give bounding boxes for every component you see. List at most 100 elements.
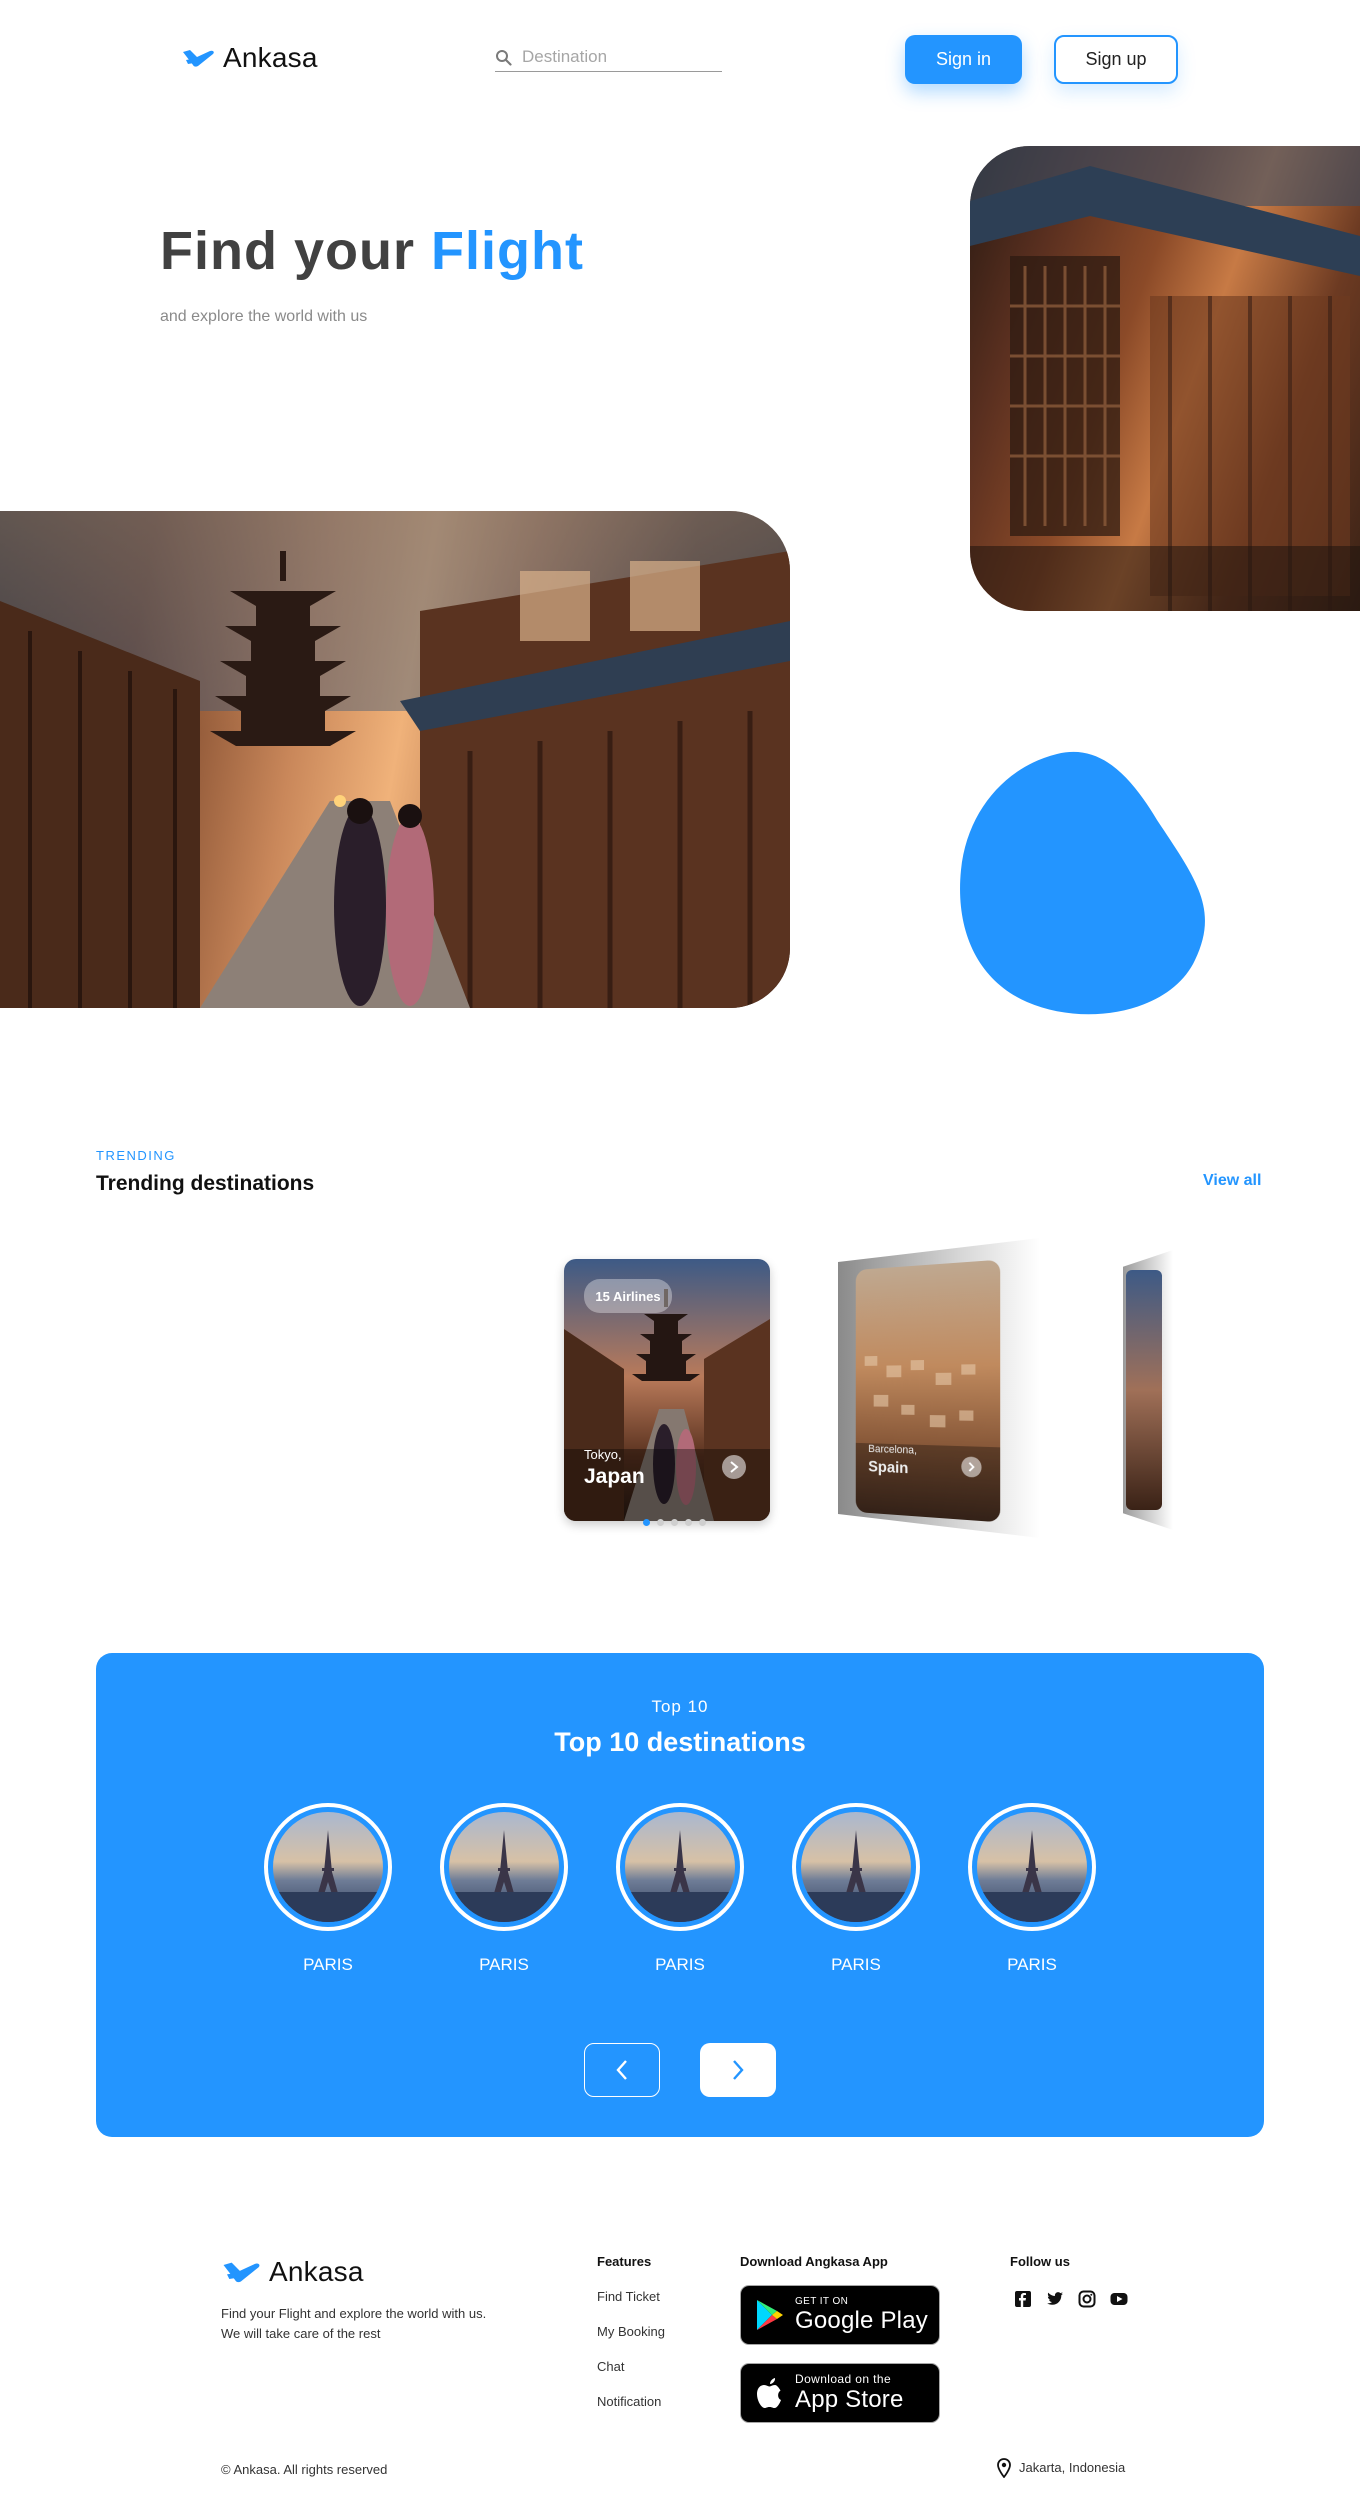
brand-name: Ankasa xyxy=(223,42,318,73)
destination-name: PARIS xyxy=(831,1955,881,1974)
paris-image xyxy=(801,1812,911,1922)
footer-location: Jakarta, Indonesia xyxy=(997,2458,1125,2478)
destination-ring xyxy=(440,1803,568,1931)
brand-logo[interactable]: Ankasa xyxy=(181,42,318,74)
footer-tagline: Find your Flight and explore the world w… xyxy=(221,2304,486,2344)
carousel-dot[interactable] xyxy=(671,1519,678,1526)
hero-image-wooden-house xyxy=(970,146,1360,611)
chevron-right-icon xyxy=(967,1462,975,1473)
follow-heading: Follow us xyxy=(1010,2254,1070,2269)
spain-card-illustration xyxy=(855,1355,1001,1523)
card-city: Barcelona, xyxy=(868,1443,917,1457)
eiffel-tower-illustration xyxy=(449,1830,559,1922)
carousel-dots xyxy=(643,1519,706,1526)
eiffel-tower-illustration xyxy=(273,1830,383,1922)
sign-in-button[interactable]: Sign in xyxy=(905,35,1022,84)
app-store-big-text: App Store xyxy=(795,2386,904,2413)
eiffel-tower-illustration xyxy=(977,1830,1087,1922)
chevron-right-icon xyxy=(733,2060,744,2080)
google-play-badge[interactable]: GET IT ON Google Play xyxy=(740,2285,940,2345)
top10-title: Top 10 destinations xyxy=(554,1727,806,1757)
destination-item[interactable]: PARIS xyxy=(616,1803,744,1975)
destination-ring xyxy=(264,1803,392,1931)
footer-link-notification[interactable]: Notification xyxy=(597,2394,661,2409)
top10-section: Top 10 Top 10 destinations PARIS PARIS P… xyxy=(96,1653,1264,2137)
destination-ring xyxy=(968,1803,1096,1931)
footer-tagline-line2: We will take care of the rest xyxy=(221,2326,381,2341)
destination-item[interactable]: PARIS xyxy=(264,1803,392,1975)
carousel-dot[interactable] xyxy=(657,1519,664,1526)
google-play-big-text: Google Play xyxy=(795,2306,928,2334)
paris-image xyxy=(273,1812,383,1922)
top10-destination-list: PARIS PARIS PARIS PARIS PARIS xyxy=(264,1803,1096,1975)
sign-up-button[interactable]: Sign up xyxy=(1054,35,1178,84)
hero-title-prefix: Find your xyxy=(160,221,415,281)
chevron-left-icon xyxy=(616,2060,627,2080)
destination-name: PARIS xyxy=(655,1955,705,1974)
footer-link-chat[interactable]: Chat xyxy=(597,2359,624,2374)
hero-subtitle: and explore the world with us xyxy=(160,308,368,325)
trending-card-spain[interactable]: Barcelona, Spain xyxy=(855,1259,1001,1523)
card-next-button[interactable] xyxy=(961,1456,982,1478)
footer-brand-name: Ankasa xyxy=(269,2256,364,2287)
destination-name: PARIS xyxy=(1007,1955,1057,1974)
trending-card-3[interactable] xyxy=(1126,1270,1162,1510)
carousel-dot[interactable] xyxy=(685,1519,692,1526)
destination-item[interactable]: PARIS xyxy=(792,1803,920,1975)
eiffel-tower-illustration xyxy=(801,1830,911,1922)
google-play-icon xyxy=(757,2300,783,2330)
trending-card-japan[interactable]: 15 Airlines Tokyo, Japan xyxy=(564,1259,770,1521)
google-play-small-text: GET IT ON xyxy=(795,2295,849,2307)
kyoto-street-illustration xyxy=(0,511,790,1008)
plane-logo-icon xyxy=(223,2262,260,2283)
carousel-dot[interactable] xyxy=(643,1519,650,1526)
features-heading: Features xyxy=(597,2254,652,2269)
facebook-icon[interactable] xyxy=(1014,2290,1032,2308)
destination-ring xyxy=(616,1803,744,1931)
destination-name: PARIS xyxy=(479,1955,529,1974)
card-city: Tokyo, xyxy=(584,1447,622,1462)
card-next-button[interactable] xyxy=(722,1455,746,1479)
destination-ring xyxy=(792,1803,920,1931)
wooden-house-illustration xyxy=(970,146,1360,611)
top10-prev-button[interactable] xyxy=(584,2043,660,2097)
download-heading: Download Angkasa App xyxy=(740,2254,888,2269)
app-store-badge[interactable]: Download on the App Store xyxy=(740,2363,940,2423)
location-text: Jakarta, Indonesia xyxy=(1019,2460,1126,2475)
view-all-link[interactable]: View all xyxy=(1203,1172,1261,1190)
destination-name: PARIS xyxy=(303,1955,353,1974)
instagram-icon[interactable] xyxy=(1078,2290,1096,2308)
footer-tagline-line1: Find your Flight and explore the world w… xyxy=(221,2306,487,2321)
destination-search-input[interactable] xyxy=(522,47,712,67)
airlines-badge: 15 Airlines xyxy=(584,1279,672,1313)
footer-brand-logo[interactable]: Ankasa xyxy=(221,2256,364,2288)
card-country: Japan xyxy=(584,1465,645,1488)
search-bar[interactable] xyxy=(495,47,722,72)
copyright-text: © Ankasa. All rights reserved xyxy=(221,2462,388,2477)
app-store-small-text: Download on the xyxy=(795,2372,892,2386)
paris-image xyxy=(449,1812,559,1922)
footer-link-my-booking[interactable]: My Booking xyxy=(597,2324,665,2339)
trending-label: TRENDING xyxy=(96,1148,176,1163)
plane-logo-icon xyxy=(183,50,214,67)
destination-item[interactable]: PARIS xyxy=(968,1803,1096,1975)
apple-icon xyxy=(757,2378,781,2408)
decorative-blue-blob xyxy=(960,751,1205,1015)
chevron-right-icon xyxy=(730,1461,739,1473)
twitter-icon[interactable] xyxy=(1046,2290,1064,2308)
carousel-dot[interactable] xyxy=(699,1519,706,1526)
top10-next-button[interactable] xyxy=(700,2043,776,2097)
hero-title-accent: Flight xyxy=(431,221,584,281)
paris-image xyxy=(625,1812,735,1922)
youtube-icon[interactable] xyxy=(1110,2290,1128,2308)
hero-image-kyoto-pagoda xyxy=(0,511,790,1008)
footer-link-find-ticket[interactable]: Find Ticket xyxy=(597,2289,660,2304)
card-country: Spain xyxy=(868,1458,909,1478)
eiffel-tower-illustration xyxy=(625,1830,735,1922)
top10-label: Top 10 xyxy=(651,1697,709,1716)
search-icon xyxy=(496,49,512,66)
trending-title: Trending destinations xyxy=(96,1172,315,1195)
hero-title: Find your Flight xyxy=(160,220,584,282)
destination-item[interactable]: PARIS xyxy=(440,1803,568,1975)
map-pin-icon xyxy=(997,2458,1011,2478)
